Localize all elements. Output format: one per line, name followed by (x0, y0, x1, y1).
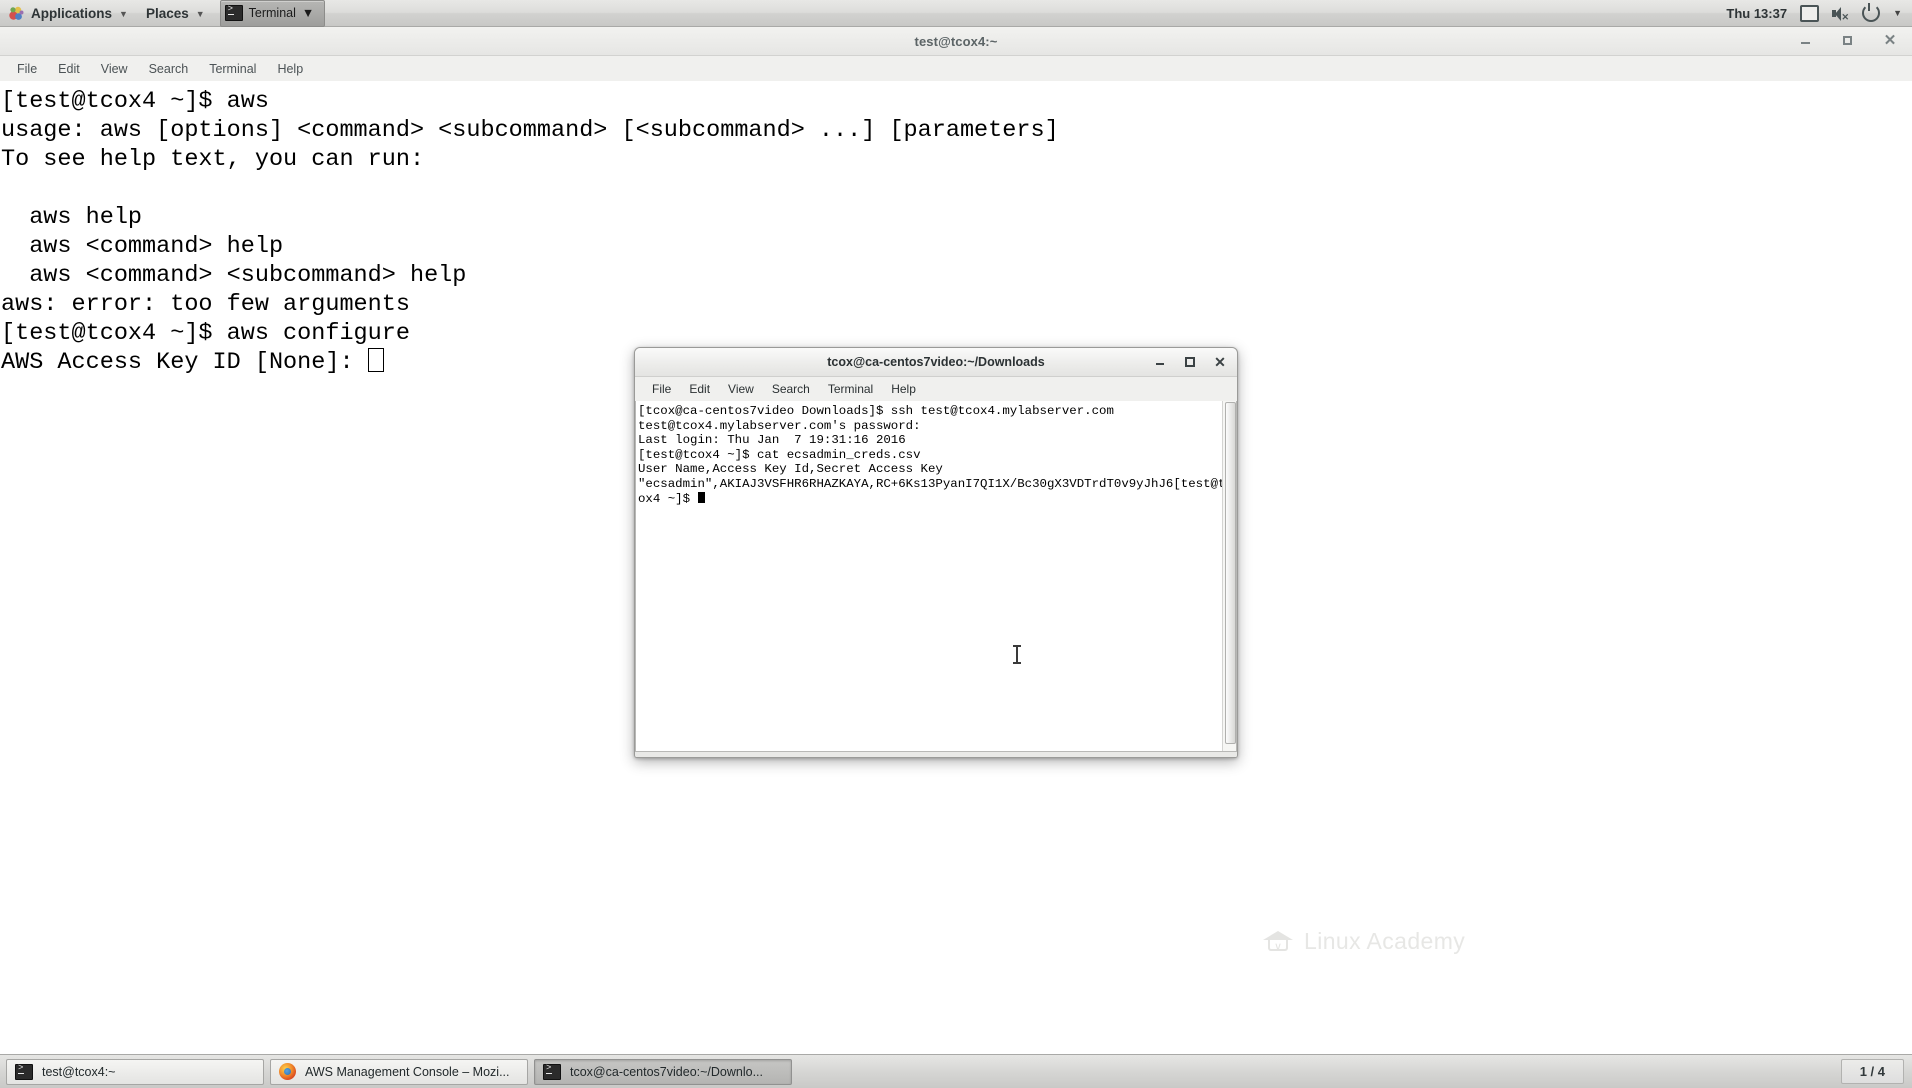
gnome-foot-icon (9, 6, 24, 21)
terminal-line: usage: aws [options] <command> <subcomma… (1, 117, 1059, 144)
close-button[interactable]: ✕ (1882, 33, 1898, 49)
menu-edit[interactable]: Edit (680, 380, 719, 398)
terminal-line: aws <command> <subcommand> help (1, 262, 467, 289)
terminal-prompt-line: AWS Access Key ID [None]: (1, 349, 368, 376)
second-terminal-window[interactable]: tcox@ca-centos7video:~/Downloads ✕ File … (634, 347, 1238, 758)
terminal-icon (15, 1063, 33, 1080)
bottom-taskbar: test@tcox4:~ AWS Management Console – Mo… (0, 1054, 1912, 1088)
second-window-controls: ✕ (1153, 348, 1233, 376)
chevron-down-icon: ▼ (119, 8, 128, 19)
menu-search[interactable]: Search (139, 59, 200, 79)
places-menu-label: Places (145, 5, 189, 21)
terminal-line: aws: error: too few arguments (1, 291, 410, 318)
window-bottom-edge (635, 751, 1237, 757)
terminal-line: aws help (1, 204, 143, 231)
second-terminal-body[interactable]: [tcox@ca-centos7video Downloads]$ ssh te… (635, 401, 1237, 757)
menu-file[interactable]: File (7, 59, 48, 79)
terminal-line: [tcox@ca-centos7video Downloads]$ ssh te… (638, 404, 1114, 418)
maximize-button[interactable] (1840, 33, 1856, 49)
menu-search[interactable]: Search (763, 380, 819, 398)
text-cursor (697, 491, 705, 503)
second-window-menubar: File Edit View Search Terminal Help (635, 377, 1237, 402)
places-menu[interactable]: Places ▼ (137, 0, 214, 27)
main-window-title: test@tcox4:~ (914, 33, 998, 49)
taskbar-item-label: tcox@ca-centos7video:~/Downlo... (570, 1064, 763, 1079)
volume-muted-icon[interactable]: ✕ (1832, 6, 1849, 21)
clock[interactable]: Thu 13:37 (1726, 6, 1787, 21)
menu-terminal[interactable]: Terminal (819, 380, 882, 398)
chevron-down-icon: ▼ (195, 8, 205, 19)
second-terminal-output: [tcox@ca-centos7video Downloads]$ ssh te… (636, 401, 1222, 757)
menu-help[interactable]: Help (267, 59, 314, 79)
taskbar-item-firefox[interactable]: AWS Management Console – Mozi... (270, 1058, 528, 1085)
power-icon[interactable] (1862, 3, 1881, 22)
menu-file[interactable]: File (643, 380, 680, 398)
firefox-icon (279, 1063, 296, 1080)
minimize-button[interactable] (1153, 355, 1167, 369)
chevron-down-icon: ▼ (301, 6, 315, 20)
terminal-line: [test@tcox4 ~]$ aws (1, 88, 269, 115)
terminal-line: To see help text, you can run: (1, 146, 425, 173)
text-cursor (367, 348, 384, 372)
terminal-icon (224, 4, 243, 21)
panel-status-area: Thu 13:37 ✕ ▼ (1726, 3, 1912, 22)
taskbar-item-label: AWS Management Console – Mozi... (305, 1064, 510, 1079)
menu-view[interactable]: View (719, 380, 763, 398)
scrollbar-thumb[interactable] (1225, 402, 1236, 744)
terminal-line: [test@tcox4 ~]$ cat ecsadmin_creds.csv (638, 447, 921, 462)
terminal-line: test@tcox4.mylabserver.com's password: (638, 418, 921, 433)
second-window-title: tcox@ca-centos7video:~/Downloads (827, 355, 1045, 369)
applications-menu[interactable]: Applications ▼ (0, 0, 137, 27)
main-window-controls: ✕ (1798, 27, 1906, 55)
scrollbar[interactable] (1222, 401, 1236, 757)
menu-help[interactable]: Help (882, 380, 925, 398)
terminal-line: Last login: Thu Jan 7 19:31:16 2016 (638, 433, 906, 448)
top-window-task-label: Terminal (248, 6, 296, 20)
display-icon[interactable] (1800, 4, 1820, 22)
main-terminal-output: [test@tcox4 ~]$ aws usage: aws [options]… (0, 87, 1912, 377)
maximize-button[interactable] (1183, 355, 1197, 369)
menu-view[interactable]: View (91, 59, 139, 79)
top-window-list: Terminal ▼ (219, 0, 326, 27)
top-panel: Applications ▼ Places ▼ Terminal ▼ Thu 1… (0, 0, 1912, 27)
second-window-title-bar[interactable]: tcox@ca-centos7video:~/Downloads ✕ (635, 348, 1237, 377)
taskbar-item-terminal-1[interactable]: test@tcox4:~ (6, 1058, 264, 1085)
workspace-switcher[interactable]: 1 / 4 (1840, 1059, 1904, 1084)
terminal-line: "ecsadmin",AKIAJ3VSFHR6RHAZKAYA,RC+6Ks13… (638, 476, 1222, 491)
terminal-line: [test@tcox4 ~]$ aws configure (1, 320, 410, 347)
taskbar-item-label: test@tcox4:~ (42, 1064, 116, 1079)
main-window-menubar: File Edit View Search Terminal Help (0, 56, 1912, 82)
terminal-line: aws <command> help (1, 233, 284, 260)
top-window-task-terminal[interactable]: Terminal ▼ (219, 0, 326, 27)
menu-edit[interactable]: Edit (48, 59, 91, 79)
applications-menu-label: Applications (31, 5, 113, 21)
minimize-button[interactable] (1798, 33, 1814, 49)
terminal-icon (543, 1063, 561, 1080)
terminal-line: User Name,Access Key Id,Secret Access Ke… (638, 462, 943, 477)
main-window-title-bar[interactable]: test@tcox4:~ ✕ (0, 27, 1912, 56)
close-button[interactable]: ✕ (1213, 355, 1227, 369)
chevron-down-icon[interactable]: ▼ (1893, 8, 1902, 18)
menu-terminal[interactable]: Terminal (199, 59, 267, 79)
taskbar-item-terminal-2[interactable]: tcox@ca-centos7video:~/Downlo... (534, 1058, 792, 1085)
terminal-prompt-line: ox4 ~]$ (638, 491, 698, 506)
